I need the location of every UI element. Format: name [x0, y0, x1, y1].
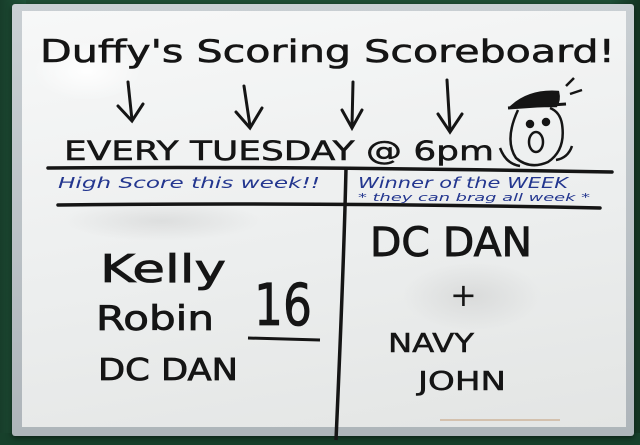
column-divider [334, 167, 348, 441]
schedule-text: EVERY TUESDAY @ 6pm [64, 136, 494, 167]
plus-sign: + [450, 276, 477, 314]
arrow-down-icons [116, 78, 464, 135]
cartoon-face-doodle [498, 77, 583, 168]
arrow-down-icon [234, 84, 264, 131]
high-scorer-name: Robin [96, 299, 214, 339]
right-column-subheader: * they can brag all week * [358, 191, 591, 204]
arrow-down-icon [340, 80, 364, 132]
weekly-winner-name: JOHN [415, 367, 506, 397]
score-underline [247, 336, 321, 342]
board-title: Duffy's Scoring Scoreboard! [40, 34, 615, 70]
left-column-header: High Score this week!! [58, 174, 320, 192]
arrow-down-icon [436, 78, 464, 135]
high-score-value: 16 [254, 271, 312, 339]
high-scorer-name: DC DAN [98, 353, 238, 388]
weekly-winner-name: DC DAN [370, 220, 532, 266]
high-scorer-name: Kelly [100, 247, 226, 291]
arrow-down-icon [116, 80, 145, 124]
right-column-header: Winner of the WEEK [358, 174, 570, 192]
weekly-winner-name: NAVY [388, 329, 474, 359]
whiteboard-writing: Duffy's Scoring Scoreboard! EVERY TUESDA… [40, 34, 615, 441]
